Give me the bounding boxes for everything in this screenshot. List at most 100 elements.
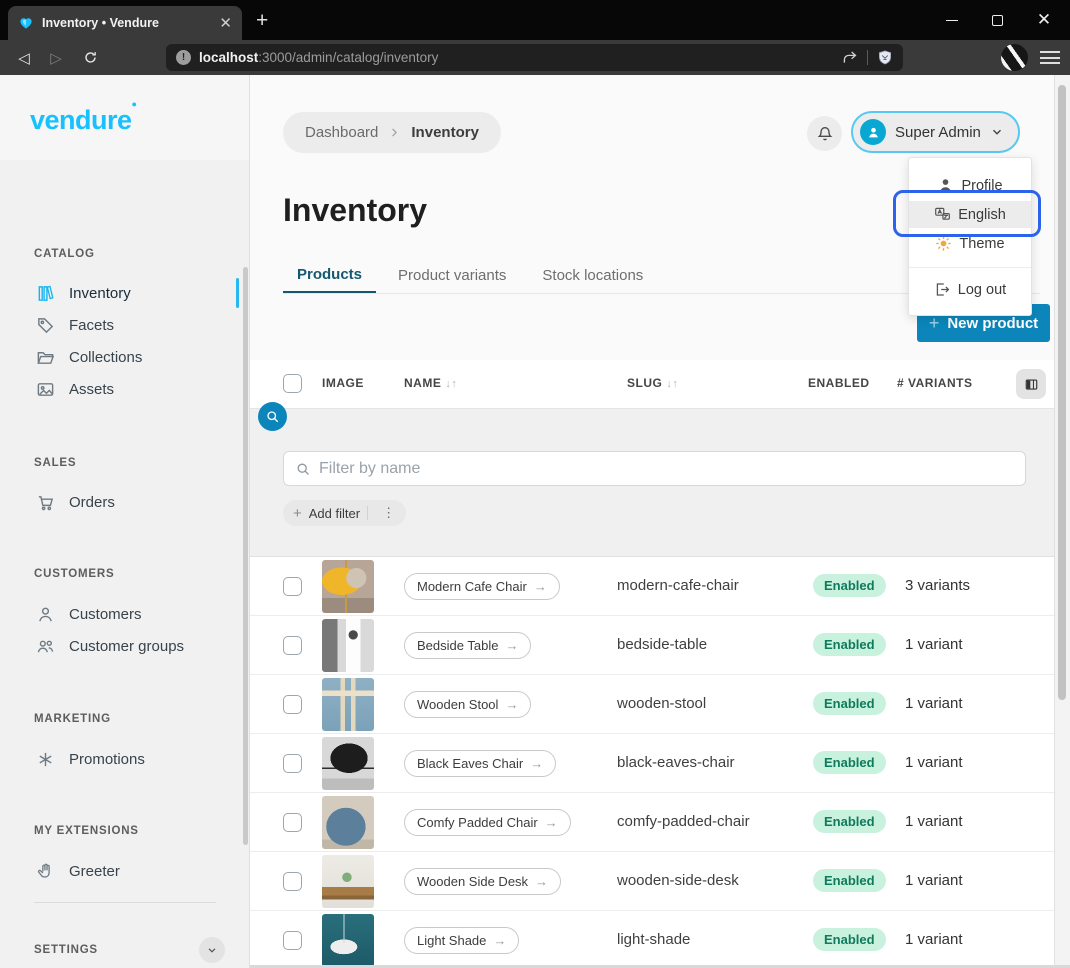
product-name-link[interactable]: Comfy Padded Chair→: [404, 809, 571, 836]
add-filter-button[interactable]: + Add filter ⋮: [283, 500, 406, 526]
column-header-image: IMAGE: [322, 376, 364, 390]
sidebar-item-greeter[interactable]: Greeter: [22, 855, 239, 887]
arrow-right-icon: →: [545, 815, 558, 830]
brave-shield-icon[interactable]: [877, 49, 893, 66]
cart-icon: [36, 493, 55, 512]
filter-by-name-input[interactable]: [319, 460, 1014, 478]
vendure-favicon-icon: [18, 15, 34, 31]
variant-count: 1 variant: [905, 695, 963, 712]
arrow-right-icon: →: [505, 638, 518, 653]
sidebar-item-facets[interactable]: Facets: [22, 309, 239, 341]
arrow-right-icon: →: [534, 579, 547, 594]
row-checkbox[interactable]: [283, 872, 302, 891]
sidebar-item-promotions[interactable]: Promotions: [22, 743, 239, 775]
sidebar-scrollbar[interactable]: [243, 267, 248, 845]
chevron-down-icon[interactable]: [199, 937, 225, 963]
site-info-icon[interactable]: !: [176, 50, 191, 65]
sidebar-item-label: Customers: [69, 606, 142, 623]
tab-product-variants[interactable]: Product variants: [384, 258, 520, 293]
window-minimize-button[interactable]: [930, 0, 974, 40]
section-label-settings: SETTINGS: [34, 944, 98, 956]
window-maximize-button[interactable]: [975, 0, 1019, 40]
product-thumbnail: [322, 678, 374, 731]
product-name-link[interactable]: Bedside Table→: [404, 632, 531, 659]
window-close-button[interactable]: ✕: [1022, 0, 1066, 40]
browser-titlebar: Inventory • Vendure ✕ + ✕: [0, 0, 1070, 40]
column-header-name[interactable]: NAME↓↑: [404, 376, 457, 390]
sidebar-item-collections[interactable]: Collections: [22, 341, 239, 373]
status-badge: Enabled: [813, 928, 886, 951]
sort-icon: ↓↑: [666, 378, 678, 390]
menu-item-logout[interactable]: Log out: [909, 276, 1031, 303]
scrollbar-thumb[interactable]: [1058, 85, 1066, 700]
sidebar-item-orders[interactable]: Orders: [22, 486, 239, 518]
menu-item-label: Log out: [958, 282, 1006, 298]
folder-icon: [36, 348, 55, 367]
variant-count: 1 variant: [905, 754, 963, 771]
new-tab-button[interactable]: +: [256, 9, 268, 33]
product-name-link[interactable]: Wooden Side Desk→: [404, 868, 561, 895]
filter-input-wrapper: [283, 451, 1026, 486]
sidebar-item-label: Greeter: [69, 863, 120, 880]
product-table-body: Modern Cafe Chair→ modern-cafe-chair Ena…: [250, 557, 1054, 968]
product-name-link[interactable]: Light Shade→: [404, 927, 519, 954]
column-header-enabled: ENABLED: [808, 376, 870, 390]
sidebar-item-inventory[interactable]: Inventory: [22, 277, 239, 309]
browser-tab[interactable]: Inventory • Vendure ✕: [8, 6, 242, 40]
forward-button[interactable]: ▷: [42, 40, 70, 75]
row-checkbox[interactable]: [283, 577, 302, 596]
sidebar-item-customers[interactable]: Customers: [22, 598, 239, 630]
row-checkbox[interactable]: [283, 636, 302, 655]
tab-title: Inventory • Vendure: [42, 16, 211, 30]
sidebar-divider: [34, 902, 216, 903]
columns-icon: [1024, 377, 1039, 392]
vendure-logo[interactable]: vendure●: [30, 105, 136, 136]
sidebar-item-label: Inventory: [69, 285, 131, 302]
sidebar-item-label: Facets: [69, 317, 114, 334]
toolbar-divider: [867, 50, 868, 65]
product-slug: wooden-side-desk: [617, 872, 739, 889]
tab-products[interactable]: Products: [283, 258, 376, 293]
sidebar-group-settings[interactable]: SETTINGS: [34, 936, 225, 964]
tab-stock-locations[interactable]: Stock locations: [528, 258, 657, 293]
sidebar-item-label: Orders: [69, 494, 115, 511]
tab-close-icon[interactable]: ✕: [219, 16, 232, 31]
product-thumbnail: [322, 855, 374, 908]
browser-profile-avatar[interactable]: [1001, 44, 1028, 71]
breadcrumb-dashboard[interactable]: Dashboard: [305, 124, 378, 141]
column-settings-button[interactable]: [1016, 369, 1046, 399]
table-row: Wooden Side Desk→ wooden-side-desk Enabl…: [250, 852, 1054, 911]
row-checkbox[interactable]: [283, 813, 302, 832]
reload-button[interactable]: [76, 40, 104, 75]
share-icon[interactable]: [841, 49, 858, 66]
section-label-sales: SALES: [34, 457, 76, 469]
page-scrollbar[interactable]: [1054, 75, 1070, 968]
logout-icon: [934, 281, 951, 298]
product-name-link[interactable]: Wooden Stool→: [404, 691, 531, 718]
back-button[interactable]: ◁: [10, 40, 38, 75]
row-checkbox[interactable]: [283, 695, 302, 714]
sidebar-item-customer-groups[interactable]: Customer groups: [22, 630, 239, 662]
row-checkbox[interactable]: [283, 931, 302, 950]
column-header-slug[interactable]: SLUG↓↑: [627, 376, 678, 390]
kebab-menu-icon[interactable]: ⋮: [375, 505, 402, 521]
hand-icon: [36, 862, 55, 881]
product-thumbnail: [322, 560, 374, 613]
search-toggle-button[interactable]: [258, 402, 287, 431]
sidebar: vendure● CATALOG Inventory Facets: [0, 75, 250, 968]
notifications-button[interactable]: [807, 116, 842, 151]
arrow-right-icon: →: [535, 874, 548, 889]
product-name-link[interactable]: Modern Cafe Chair→: [404, 573, 560, 600]
product-name-link[interactable]: Black Eaves Chair→: [404, 750, 556, 777]
product-thumbnail: [322, 914, 374, 967]
sidebar-item-assets[interactable]: Assets: [22, 373, 239, 405]
section-label-my-extensions: MY EXTENSIONS: [34, 825, 139, 837]
table-row: Bedside Table→ bedside-table Enabled 1 v…: [250, 616, 1054, 675]
url-bar[interactable]: ! localhost:3000/admin/catalog/inventory: [166, 44, 903, 71]
language-focus-ring: [893, 190, 1041, 237]
app-window: Inventory • Vendure ✕ + ✕ ◁ ▷ ! localhos…: [0, 0, 1070, 968]
select-all-checkbox[interactable]: [283, 374, 302, 393]
user-menu-button[interactable]: Super Admin: [851, 111, 1020, 153]
row-checkbox[interactable]: [283, 754, 302, 773]
browser-menu-icon[interactable]: [1040, 47, 1060, 68]
